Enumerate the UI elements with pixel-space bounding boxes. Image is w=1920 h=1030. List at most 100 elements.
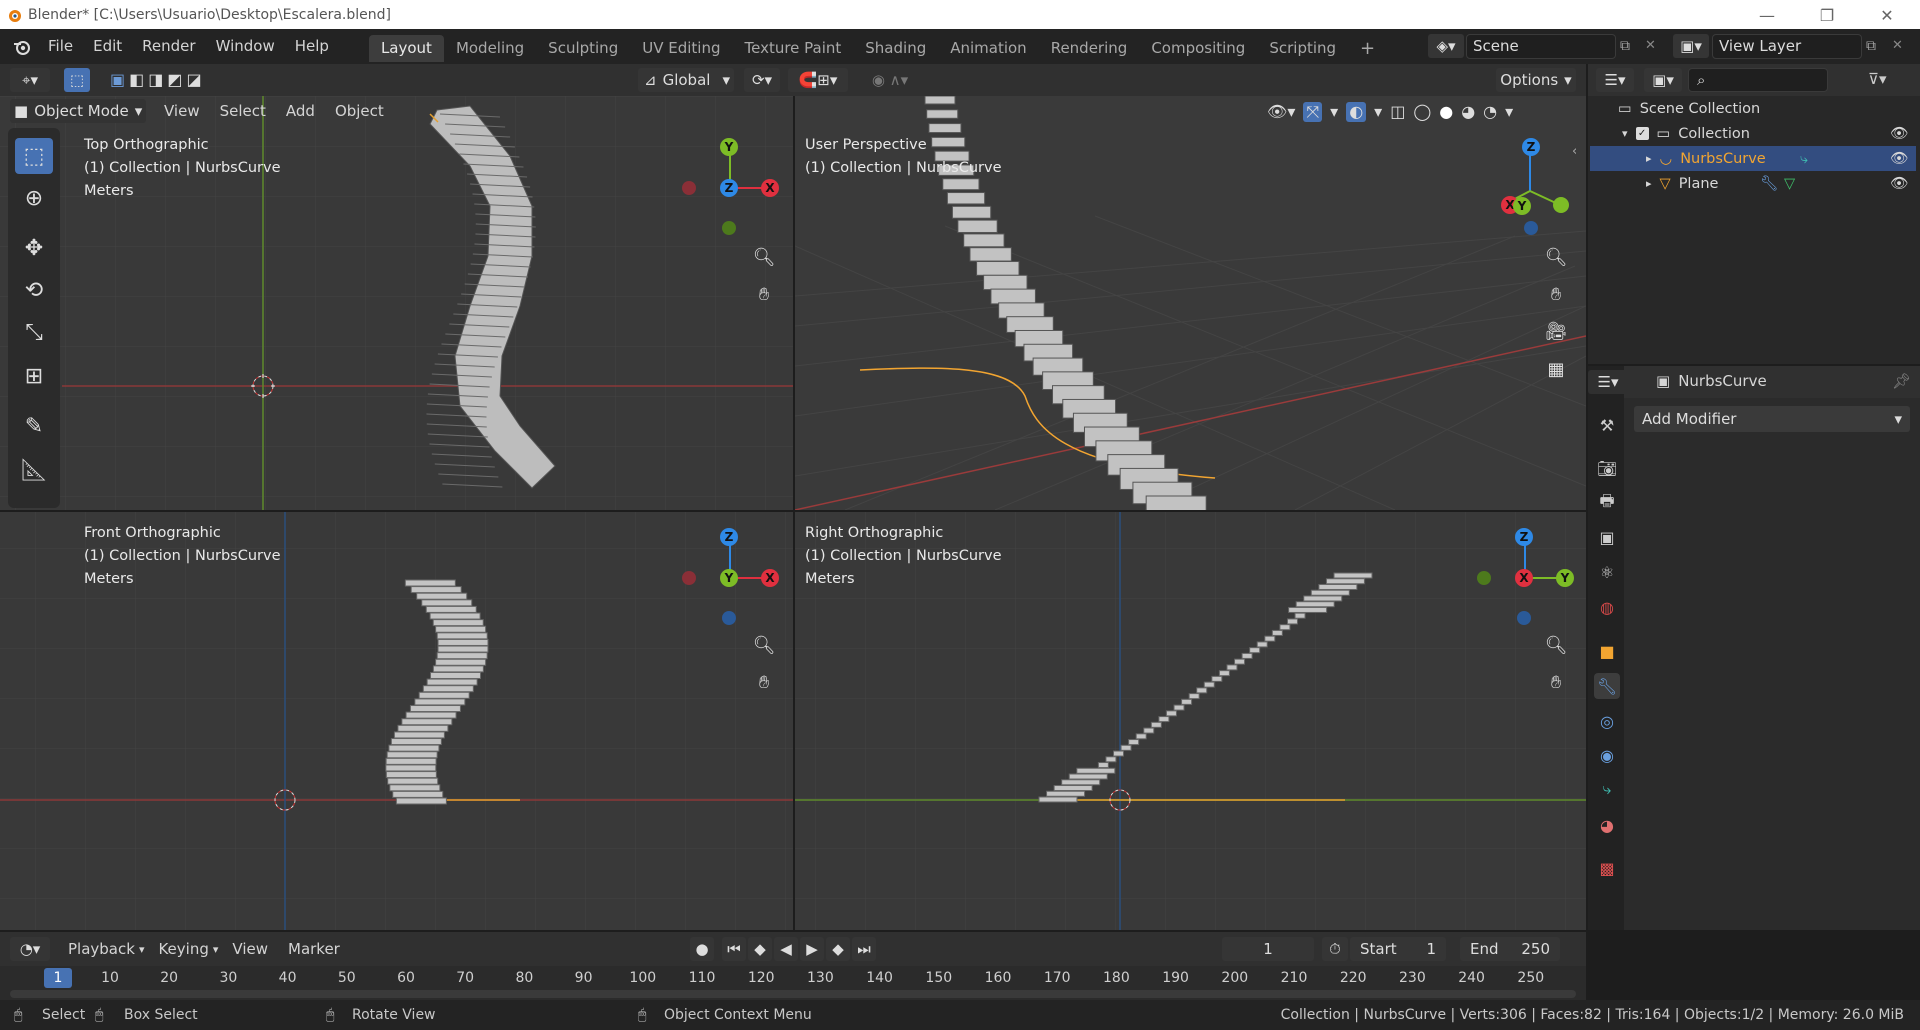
pan-hand-icon[interactable]: ✋︎ (749, 279, 779, 309)
gizmo-neg-x-axis[interactable] (682, 571, 696, 585)
editor-type-icon[interactable]: ⌖▾ (10, 68, 50, 92)
maximize-button[interactable]: ❐ (1804, 3, 1850, 27)
viewport-top[interactable]: Top Orthographic (1) Collection | NurbsC… (0, 96, 793, 510)
scene-properties-icon[interactable]: ⚛ (1594, 559, 1620, 585)
object-mode-dropdown[interactable]: ■ Object Mode ▾ (10, 99, 146, 123)
rotate-tool-icon[interactable]: ⟲ (15, 272, 53, 308)
menu-marker[interactable]: Marker (278, 932, 350, 967)
modifier-wrench-icon[interactable]: 🔧︎ (1760, 175, 1778, 192)
gizmo-x-axis[interactable]: X (761, 179, 779, 197)
menu-file[interactable]: File (38, 29, 83, 64)
tab-compositing[interactable]: Compositing (1139, 35, 1257, 62)
tab-scripting[interactable]: Scripting (1257, 35, 1348, 62)
scene-name-field[interactable]: Scene (1466, 34, 1616, 59)
gizmo-neg-y-axis[interactable] (1553, 197, 1569, 213)
viewport-right[interactable]: Right Orthographic (1) Collection | Nurb… (795, 512, 1586, 930)
view-layer-properties-icon[interactable]: ▣ (1594, 524, 1620, 550)
cursor-tool-icon[interactable]: ⊕ (15, 180, 53, 216)
menu-object[interactable]: Object (325, 94, 394, 129)
visibility-eye-icon[interactable]: 👁︎ (1890, 175, 1908, 192)
viewport-user-perspective[interactable]: User Perspective (1) Collection | NurbsC… (795, 96, 1586, 510)
scene-browse-icon[interactable]: ◈▾ (1428, 34, 1464, 58)
gizmo-z-axis[interactable]: Z (720, 179, 738, 197)
new-view-layer-icon[interactable]: ⧉ (1866, 38, 1876, 54)
menu-help[interactable]: Help (285, 29, 339, 64)
close-window-button[interactable]: ✕ (1864, 3, 1910, 27)
timeline-scrollbar[interactable] (10, 990, 1576, 998)
tab-layout[interactable]: Layout (368, 35, 444, 62)
tab-uv-editing[interactable]: UV Editing (630, 35, 732, 62)
expand-arrow-icon[interactable]: ▸ (1646, 177, 1652, 190)
minimize-button[interactable]: — (1744, 3, 1790, 27)
select-subtract-icon[interactable]: ◨ (148, 70, 163, 89)
menu-window[interactable]: Window (206, 29, 285, 64)
rendered-shading-icon[interactable]: ◔ (1483, 102, 1497, 122)
menu-keying[interactable]: Keying (148, 932, 218, 967)
display-mode-icon[interactable]: ▣▾ (1644, 68, 1682, 92)
modifier-properties-icon[interactable]: 🔧︎ (1594, 673, 1620, 699)
solid-shading-icon[interactable]: ● (1439, 102, 1453, 122)
proportional-editing-icon[interactable]: ◉ ∧▾ (860, 68, 920, 92)
view-layer-name-field[interactable]: View Layer (1712, 34, 1862, 59)
gizmo-z-axis[interactable]: Z (1522, 138, 1540, 156)
select-extend-icon[interactable]: ◧ (129, 70, 144, 89)
visibility-eye-icon[interactable]: 👁︎ (1890, 125, 1908, 142)
wireframe-shading-icon[interactable]: ◯ (1413, 102, 1431, 122)
gizmo-neg-x-axis[interactable] (682, 181, 696, 195)
measure-tool-icon[interactable]: 📐︎ (15, 452, 53, 488)
gizmo-neg-y-axis[interactable] (1477, 571, 1491, 585)
gizmo-neg-z-axis[interactable] (1524, 221, 1538, 235)
tab-animation[interactable]: Animation (938, 35, 1038, 62)
tab-texture-paint[interactable]: Texture Paint (732, 35, 853, 62)
tab-modeling[interactable]: Modeling (444, 35, 536, 62)
expand-arrow-icon[interactable]: ▾ (1622, 127, 1628, 140)
move-tool-icon[interactable]: ✥ (15, 230, 53, 266)
start-frame-field[interactable]: Start 1 (1350, 937, 1446, 961)
jump-start-icon[interactable]: ⏮ (722, 937, 746, 961)
pivot-point-icon[interactable]: ⟳▾ (744, 68, 780, 92)
outliner-row-collection[interactable]: ▾ ✓ ▭ Collection 👁︎ (1590, 121, 1916, 146)
record-icon[interactable]: ● (690, 937, 714, 961)
play-reverse-icon[interactable]: ◀ (774, 937, 798, 961)
zoom-icon[interactable]: 🔍︎ (1541, 242, 1571, 272)
select-intersect-icon[interactable]: ◪ (187, 70, 202, 89)
gizmo-y-axis[interactable]: Y (720, 138, 738, 156)
gizmo-neg-z-axis[interactable] (1517, 611, 1531, 625)
output-properties-icon[interactable]: 🖶 (1594, 490, 1620, 516)
visibility-eye-icon[interactable]: 👁︎ (1890, 150, 1908, 167)
new-scene-icon[interactable]: ⧉ (1620, 38, 1630, 54)
outliner-row-scene-collection[interactable]: ▭ Scene Collection (1590, 96, 1916, 121)
annotate-tool-icon[interactable]: ✎ (15, 408, 53, 444)
play-icon[interactable]: ▶ (800, 937, 824, 961)
end-frame-field[interactable]: End 250 (1460, 937, 1560, 961)
transform-tool-icon[interactable]: ⊞ (15, 358, 53, 394)
gizmo-neg-y-axis[interactable] (722, 221, 736, 235)
zoom-icon[interactable]: 🔍︎ (749, 242, 779, 272)
object-properties-icon[interactable]: ■ (1594, 638, 1620, 664)
render-properties-icon[interactable]: 📷︎ (1594, 455, 1620, 481)
gizmo-y-axis[interactable]: Y (1513, 197, 1531, 215)
curve-data-properties-icon[interactable]: ⤷ (1594, 776, 1620, 802)
selection-mode-icons[interactable]: ▣ ◧ ◨ ◩ ◪ (110, 70, 202, 89)
viewport-front[interactable]: Front Orthographic (1) Collection | Nurb… (0, 512, 793, 930)
filter-icon[interactable]: ⊽▾ (1868, 70, 1887, 88)
gizmo-x-axis[interactable]: X (1515, 569, 1533, 587)
camera-view-icon[interactable]: 🎥︎ (1541, 316, 1571, 346)
pin-icon[interactable]: 📌︎ (1892, 372, 1911, 390)
expand-arrow-icon[interactable]: ▸ (1646, 152, 1652, 165)
outliner-row-nurbscurve[interactable]: ▸ ◡ NurbsCurve ⤷ 👁︎ (1590, 146, 1916, 171)
add-workspace-button[interactable]: + (1348, 35, 1387, 62)
gizmo-y-axis[interactable]: Y (720, 569, 738, 587)
world-properties-icon[interactable]: ◍ (1594, 594, 1620, 620)
menu-timeline-view[interactable]: View (222, 932, 278, 967)
zoom-icon[interactable]: 🔍︎ (749, 630, 779, 660)
timeline-editor-type-icon[interactable]: ◔▾ (10, 937, 50, 961)
tab-rendering[interactable]: Rendering (1039, 35, 1140, 62)
pan-hand-icon[interactable]: ✋︎ (1541, 667, 1571, 697)
particle-properties-icon[interactable]: ◎ (1594, 708, 1620, 734)
add-modifier-dropdown[interactable]: Add Modifier ▾ (1634, 406, 1910, 432)
properties-editor-type-icon[interactable]: ☰▾ (1588, 370, 1628, 394)
tab-shading[interactable]: Shading (853, 35, 938, 62)
transform-orientation-dropdown[interactable]: ⊿ Global ▾ (638, 68, 734, 92)
options-dropdown[interactable]: Options ▾ (1496, 68, 1576, 92)
